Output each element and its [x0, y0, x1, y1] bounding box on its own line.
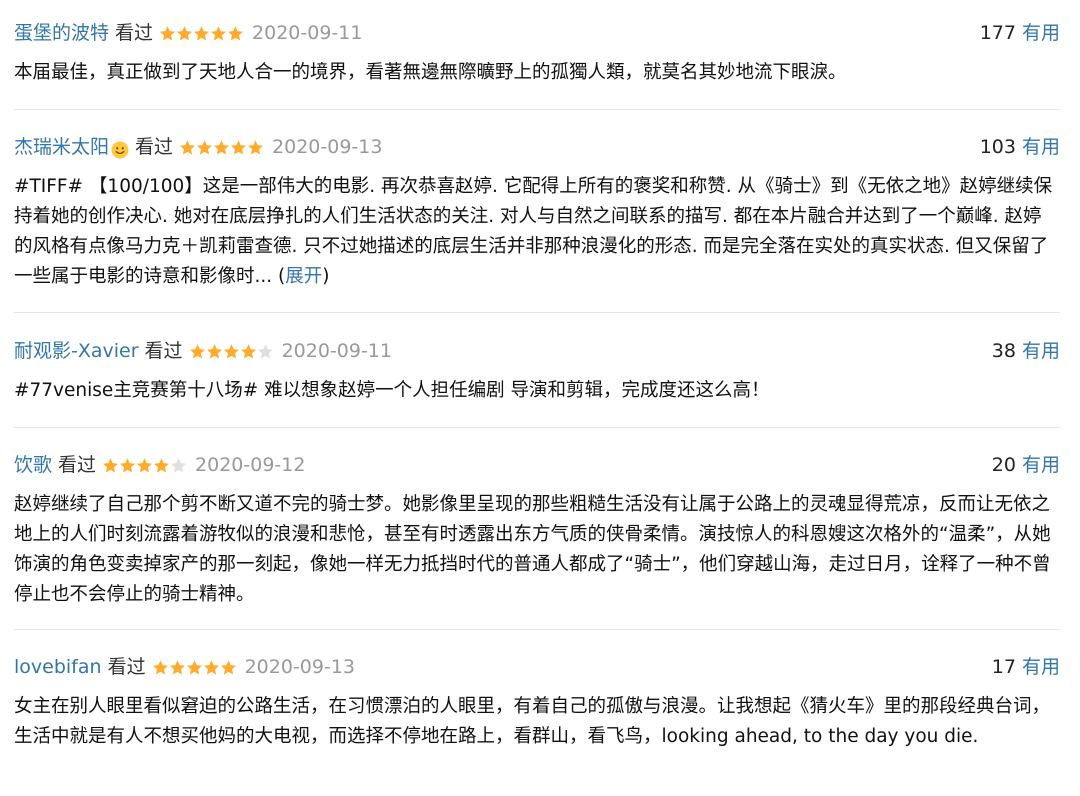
rating-stars — [152, 658, 237, 676]
watched-label: 看过 — [58, 454, 97, 476]
rating-stars — [179, 138, 264, 156]
expand-close-paren: ) — [322, 266, 330, 287]
comment-text: 赵婷继续了自己那个剪不断又道不完的骑士梦。她影像里呈现的那些粗糙生活没有让属于公… — [14, 494, 1051, 605]
star-empty-icon — [171, 457, 187, 472]
user-name-link[interactable]: 耐观影-Xavier — [14, 336, 139, 366]
vote-area: 103 有用 — [980, 132, 1060, 162]
star-filled-icon — [211, 25, 227, 40]
expand-link[interactable]: 展开 — [285, 266, 322, 287]
star-filled-icon — [154, 457, 170, 472]
star-filled-icon — [240, 343, 256, 358]
star-filled-icon — [228, 25, 244, 40]
vote-count: 17 — [991, 656, 1016, 678]
useful-button[interactable]: 有用 — [1022, 22, 1060, 44]
divider — [14, 312, 1060, 313]
rating-stars — [189, 342, 274, 360]
comment-item: 蛋堡的波特 看过 2020-09-11 177 有用 本届最佳，真正做到了天地人合… — [14, 18, 1060, 110]
comment-text-body: #TIFF# 【100/100】这是一部伟大的电影. 再次恭喜赵婷. 它配得上所… — [14, 176, 1053, 287]
watched-label: 看过 — [135, 136, 174, 158]
smiley-emoji-icon — [111, 138, 129, 159]
user-name-link[interactable]: 杰瑞米太阳 — [14, 132, 109, 162]
star-filled-icon — [120, 457, 136, 472]
user-name-link[interactable]: 蛋堡的波特 — [14, 18, 109, 48]
star-empty-icon — [257, 343, 273, 358]
comment-header: 耐观影-Xavier 看过 2020-09-11 — [14, 336, 1060, 366]
comment-header: 杰瑞米太阳 看过 2020-09-13 — [14, 132, 1060, 162]
useful-button[interactable]: 有用 — [1022, 454, 1060, 476]
star-filled-icon — [177, 25, 193, 40]
vote-area: 38 有用 — [992, 336, 1060, 366]
star-filled-icon — [137, 457, 153, 472]
comment-date: 2020-09-11 — [281, 340, 392, 362]
star-filled-icon — [160, 25, 176, 40]
comment-item: lovebifan 看过 2020-09-13 17 有用 女主在别人眼里看似窘迫… — [14, 652, 1060, 796]
star-filled-icon — [197, 139, 213, 154]
star-filled-icon — [206, 343, 222, 358]
star-filled-icon — [194, 25, 210, 40]
vote-count: 103 — [979, 136, 1016, 158]
comment-text: 女主在别人眼里看似窘迫的公路生活，在习惯漂泊的人眼里，有着自己的孤傲与浪漫。让我… — [14, 696, 1051, 747]
vote-area: 177 有用 — [980, 18, 1060, 48]
star-filled-icon — [223, 343, 239, 358]
star-filled-icon — [203, 659, 219, 674]
vote-count: 38 — [991, 340, 1016, 362]
watched-label: 看过 — [115, 22, 154, 44]
rating-stars — [159, 24, 244, 42]
vote-count: 20 — [991, 454, 1016, 476]
comment-item: 耐观影-Xavier 看过 2020-09-11 38 有用 #77venise主… — [14, 336, 1060, 428]
vote-count: 177 — [979, 22, 1016, 44]
watched-label: 看过 — [144, 340, 183, 362]
comment-header: lovebifan 看过 2020-09-13 — [14, 652, 1060, 682]
comment-date: 2020-09-11 — [252, 22, 363, 44]
user-name-link[interactable]: 饮歌 — [14, 450, 52, 480]
star-filled-icon — [169, 659, 185, 674]
star-filled-icon — [103, 457, 119, 472]
rating-stars — [102, 456, 187, 474]
useful-button[interactable]: 有用 — [1022, 656, 1060, 678]
comment-item: 杰瑞米太阳 看过 2020-09-13 103 有用 #TIFF# 【100/10… — [14, 132, 1060, 313]
star-filled-icon — [180, 139, 196, 154]
divider — [14, 427, 1060, 428]
vote-area: 17 有用 — [992, 652, 1060, 682]
star-filled-icon — [248, 139, 264, 154]
useful-button[interactable]: 有用 — [1022, 340, 1060, 362]
comment-text: #77venise主竞赛第十八场# 难以想象赵婷一个人担任编剧 导演和剪辑，完成… — [14, 380, 770, 401]
comment-header: 饮歌 看过 2020-09-12 — [14, 450, 1060, 480]
user-name-link[interactable]: lovebifan — [14, 652, 102, 682]
star-filled-icon — [186, 659, 202, 674]
comment-text: 本届最佳，真正做到了天地人合一的境界，看著無邊無際曠野上的孤獨人類，就莫名其妙地… — [14, 62, 847, 83]
star-filled-icon — [189, 343, 205, 358]
star-filled-icon — [214, 139, 230, 154]
comment-date: 2020-09-13 — [272, 136, 383, 158]
comment-header: 蛋堡的波特 看过 2020-09-11 — [14, 18, 1060, 48]
comment-list: 蛋堡的波特 看过 2020-09-11 177 有用 本届最佳，真正做到了天地人合… — [0, 0, 1080, 796]
useful-button[interactable]: 有用 — [1022, 136, 1060, 158]
comment-item: 饮歌 看过 2020-09-12 20 有用 赵婷继续了自己那个剪不断又道不完的骑… — [14, 450, 1060, 630]
comment-date: 2020-09-13 — [244, 656, 355, 678]
watched-label: 看过 — [107, 656, 146, 678]
divider — [14, 109, 1060, 110]
star-filled-icon — [231, 139, 247, 154]
vote-area: 20 有用 — [992, 450, 1060, 480]
comment-date: 2020-09-12 — [195, 454, 306, 476]
comment-text: #TIFF# 【100/100】这是一部伟大的电影. 再次恭喜赵婷. 它配得上所… — [14, 172, 1060, 292]
star-filled-icon — [152, 659, 168, 674]
divider — [14, 629, 1060, 630]
star-filled-icon — [220, 659, 236, 674]
